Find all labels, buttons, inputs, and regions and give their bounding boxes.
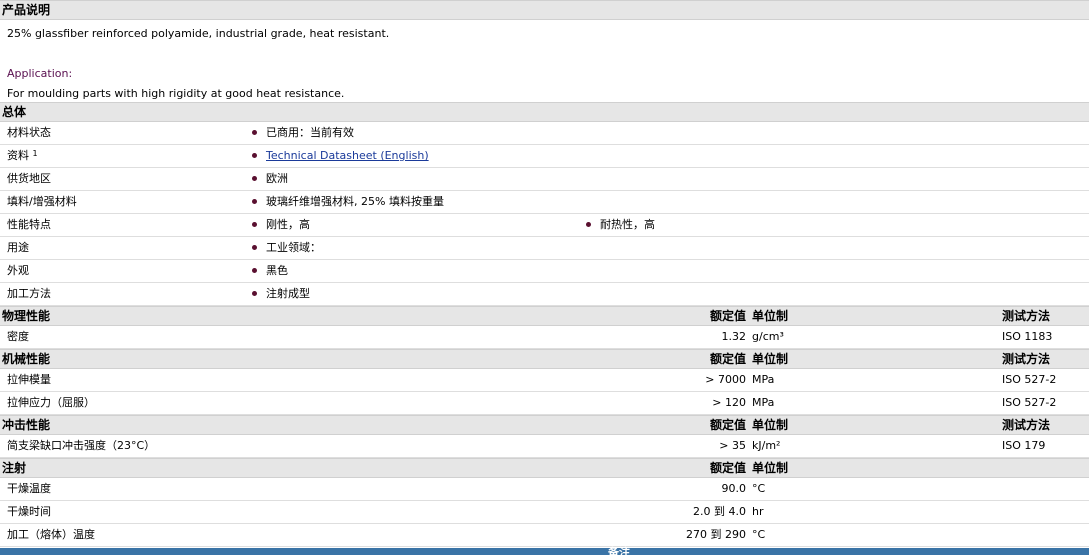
row-test: ISO 1183 [1002,330,1053,343]
general-row-documents: 资料 1 Technical Datasheet (English) [0,145,1089,168]
row-unit: g/cm³ [752,330,784,343]
row-value: 90.0 [721,482,747,495]
row-label: 材料状态 [7,126,51,139]
bullet-icon [252,290,257,296]
property-row-tensile-modulus: 拉伸模量 > 7000 MPa ISO 527-2 [0,369,1089,392]
row-value: > 35 [719,439,746,452]
general-row-processing: 加工方法 注射成型 [0,283,1089,306]
section-title-impact: 冲击性能 [2,418,51,432]
bullet-icon [252,152,257,158]
bullet-icon [252,267,257,273]
general-row-uses: 用途 工业领域： [0,237,1089,260]
section-title-general: 总体 [2,105,27,119]
section-title-description: 产品说明 [2,3,51,17]
header-unit: 单位制 [752,352,789,366]
row-unit: hr [752,505,764,518]
row-label: 供货地区 [7,172,51,185]
row-label: 干燥温度 [7,482,51,495]
row-label: 密度 [7,330,29,343]
notes-label: 备注 [608,546,630,555]
row-label: 加工方法 [7,287,51,300]
bullet-icon [252,244,257,250]
row-unit: MPa [752,373,775,386]
header-nominal: 额定值 [709,461,746,475]
row-label: 加工（熔体）温度 [7,528,95,541]
row-test: ISO 179 [1002,439,1046,452]
row-value: 工业领域： [266,241,321,254]
header-nominal: 额定值 [709,418,746,432]
row-unit: MPa [752,396,775,409]
property-row-charpy: 简支梁缺口冲击强度（23°C） > 35 kJ/m² ISO 179 [0,435,1089,458]
row-test: ISO 527-2 [1002,396,1057,409]
header-unit: 单位制 [752,461,789,475]
section-title-physical: 物理性能 [2,309,51,323]
row-test: ISO 527-2 [1002,373,1057,386]
description-spacer [7,44,1082,64]
header-nominal: 额定值 [709,352,746,366]
row-value-2: 耐热性，高 [600,218,655,231]
general-row-region: 供货地区 欧洲 [0,168,1089,191]
property-row-density: 密度 1.32 g/cm³ ISO 1183 [0,326,1089,349]
section-header-impact: 冲击性能 额定值 单位制 测试方法 [0,415,1089,435]
row-value: > 120 [712,396,746,409]
header-nominal: 额定值 [709,309,746,323]
section-title-injection: 注射 [2,461,27,475]
general-row-appearance: 外观 黑色 [0,260,1089,283]
row-label: 用途 [7,241,29,254]
section-header-general: 总体 [0,102,1089,122]
row-unit: kJ/m² [752,439,781,452]
footnote-marker: 1 [32,149,38,158]
row-label: 外观 [7,264,29,277]
row-value: 270 到 290 [686,528,746,541]
bullet-icon [252,221,257,227]
notes-bar[interactable]: 备注 [0,546,1089,555]
row-value: 2.0 到 4.0 [693,505,746,518]
general-row-status: 材料状态 已商用：当前有效 [0,122,1089,145]
header-test: 测试方法 [1002,418,1051,432]
description-text: 25% glassfiber reinforced polyamide, ind… [7,27,390,40]
row-label: 拉伸模量 [7,373,51,386]
row-value: 已商用：当前有效 [266,126,354,139]
description-block: 25% glassfiber reinforced polyamide, ind… [0,20,1089,102]
section-title-mechanical: 机械性能 [2,352,51,366]
row-label: 简支梁缺口冲击强度（23°C） [7,439,156,452]
bullet-icon [586,221,591,227]
header-unit: 单位制 [752,418,789,432]
row-label: 性能特点 [7,218,51,231]
row-value: 1.32 [721,330,747,343]
section-header-physical: 物理性能 额定值 单位制 测试方法 [0,306,1089,326]
section-header-mechanical: 机械性能 额定值 单位制 测试方法 [0,349,1089,369]
application-label: Application: [7,67,73,80]
header-test: 测试方法 [1002,352,1051,366]
bullet-icon [252,175,257,181]
technical-datasheet-link[interactable]: Technical Datasheet (English) [266,149,429,162]
row-unit: °C [752,528,766,541]
general-row-features: 性能特点 刚性，高 耐热性，高 [0,214,1089,237]
general-row-filler: 填料/增强材料 玻璃纤维增强材料, 25% 填料按重量 [0,191,1089,214]
row-value: 黑色 [266,264,288,277]
property-row-drying-time: 干燥时间 2.0 到 4.0 hr [0,501,1089,524]
section-header-injection: 注射 额定值 单位制 [0,458,1089,478]
row-unit: °C [752,482,766,495]
row-value: 玻璃纤维增强材料, 25% 填料按重量 [266,195,444,208]
property-row-melt-temp: 加工（熔体）温度 270 到 290 °C [0,524,1089,547]
row-label: 填料/增强材料 [7,195,77,208]
row-value: 刚性，高 [266,218,310,231]
row-value: 注射成型 [266,287,310,300]
row-label: 拉伸应力（屈服） [7,396,95,409]
row-label: 资料 1 [7,149,38,162]
property-row-tensile-stress: 拉伸应力（屈服） > 120 MPa ISO 527-2 [0,392,1089,415]
section-header-description: 产品说明 [0,0,1089,20]
bullet-icon [252,198,257,204]
bullet-icon [252,129,257,135]
row-value: > 7000 [705,373,746,386]
header-test: 测试方法 [1002,309,1051,323]
header-unit: 单位制 [752,309,789,323]
row-value: 欧洲 [266,172,288,185]
property-row-drying-temp: 干燥温度 90.0 °C [0,478,1089,501]
application-text: For moulding parts with high rigidity at… [7,87,345,100]
row-label: 干燥时间 [7,505,51,518]
